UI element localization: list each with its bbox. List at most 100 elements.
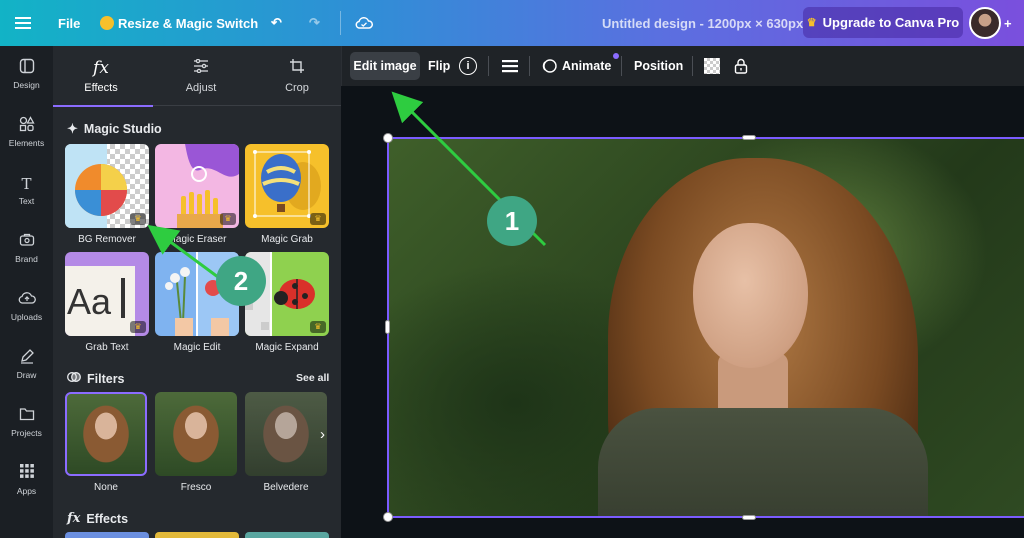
- tab-label: Adjust: [185, 82, 217, 94]
- effect-tile-preview[interactable]: [155, 532, 239, 538]
- magic-eraser-tile[interactable]: ♛: [155, 144, 239, 228]
- left-rail: Design Elements T Text Brand Uploads Dra…: [0, 46, 53, 538]
- tab-label: Crop: [285, 82, 309, 94]
- crown-icon: ♛: [806, 17, 817, 29]
- rail-item-uploads[interactable]: Uploads: [0, 284, 53, 334]
- effects-heading: fx Effects: [67, 511, 128, 526]
- divider: [692, 56, 693, 76]
- resize-handle-left[interactable]: [385, 320, 390, 334]
- tile-label: Magic Grab: [261, 234, 313, 245]
- rail-item-design[interactable]: Design: [0, 52, 53, 102]
- apps-icon: [0, 464, 53, 484]
- resize-handle-bottom-left[interactable]: [383, 512, 393, 522]
- plus-icon[interactable]: +: [1004, 0, 1012, 46]
- svg-text:Aa: Aa: [67, 281, 112, 322]
- projects-icon: [0, 406, 53, 426]
- tile-label: Fresco: [180, 482, 212, 493]
- crown-icon: ♛: [130, 213, 146, 225]
- canvas-area: [341, 86, 1024, 538]
- border-style-icon[interactable]: [502, 52, 518, 80]
- effect-tile-preview[interactable]: [245, 532, 329, 538]
- crown-icon: ♛: [310, 321, 326, 333]
- rail-item-text[interactable]: T Text: [0, 168, 53, 218]
- resize-label: Resize & Magic Switch: [118, 15, 259, 31]
- file-menu[interactable]: File: [58, 0, 80, 46]
- section-title: Filters: [87, 371, 125, 386]
- grab-text-tile[interactable]: Aa ♛: [65, 252, 149, 336]
- top-bar: File Resize & Magic Switch ↶ ↷ Untitled …: [0, 0, 1024, 46]
- menu-icon[interactable]: [12, 0, 34, 46]
- lock-icon[interactable]: [734, 52, 748, 80]
- upgrade-button[interactable]: ♛ Upgrade to Canva Pro: [803, 7, 963, 38]
- brand-icon: [0, 232, 53, 252]
- fx-icon: fx: [67, 511, 81, 526]
- resize-handle-bottom[interactable]: [742, 515, 756, 520]
- redo-icon[interactable]: ↷: [309, 0, 320, 46]
- position-button[interactable]: Position: [634, 52, 683, 80]
- avatar[interactable]: [969, 7, 1001, 39]
- filter-none-tile[interactable]: [65, 392, 147, 476]
- cloud-sync-icon[interactable]: [355, 0, 373, 46]
- rail-item-brand[interactable]: Brand: [0, 226, 53, 276]
- rail-label: Projects: [11, 428, 42, 438]
- animate-label: Animate: [562, 59, 612, 73]
- tab-crop[interactable]: Crop: [249, 46, 345, 106]
- see-all-link[interactable]: See all: [296, 372, 329, 384]
- tile-label: Belvedere: [263, 482, 309, 493]
- chevron-right-icon[interactable]: ›: [320, 426, 325, 443]
- document-title[interactable]: Untitled design - 1200px × 630px: [602, 0, 803, 46]
- annotation-badge-2: 2: [216, 256, 266, 306]
- tile-label: Grab Text: [85, 342, 129, 353]
- section-title: Magic Studio: [83, 122, 162, 136]
- tab-label: Effects: [84, 82, 118, 94]
- magic-grab-tile[interactable]: ♛: [245, 144, 329, 228]
- filters-heading: Filters: [67, 370, 125, 387]
- annotation-badge-1: 1: [487, 196, 537, 246]
- context-toolbar: Edit image Flip i Animate Position: [341, 46, 1024, 86]
- crop-icon: [249, 58, 345, 78]
- tile-label: Magic Eraser: [167, 234, 227, 245]
- crown-icon: [100, 16, 114, 30]
- tile-label: None: [94, 482, 118, 493]
- sparkle-icon: ✦: [67, 121, 78, 136]
- flip-button[interactable]: Flip: [428, 52, 450, 80]
- fx-icon: fx: [93, 58, 109, 78]
- rail-item-elements[interactable]: Elements: [0, 110, 53, 160]
- elements-icon: [0, 116, 53, 136]
- rail-label: Text: [18, 196, 35, 206]
- sliders-icon: [153, 58, 249, 78]
- uploads-icon: [0, 290, 53, 310]
- draw-icon: [0, 348, 53, 368]
- notification-dot: [613, 53, 620, 59]
- design-icon: [0, 58, 53, 78]
- undo-icon[interactable]: ↶: [271, 0, 282, 46]
- animate-button[interactable]: Animate: [541, 52, 620, 80]
- panel-tabs: fx Effects Adjust Crop: [53, 46, 341, 107]
- filter-fresco-tile[interactable]: [155, 392, 237, 476]
- transparency-icon[interactable]: [704, 58, 720, 74]
- tab-effects[interactable]: fx Effects: [53, 46, 153, 107]
- section-title: Effects: [86, 511, 129, 526]
- rail-item-draw[interactable]: Draw: [0, 342, 53, 392]
- divider: [340, 11, 341, 35]
- rail-item-projects[interactable]: Projects: [0, 400, 53, 450]
- edit-image-button[interactable]: Edit image: [350, 52, 420, 80]
- tab-adjust[interactable]: Adjust: [153, 46, 249, 106]
- rail-label: Uploads: [10, 312, 43, 322]
- filter-belvedere-tile[interactable]: [245, 392, 327, 476]
- effect-tile-preview[interactable]: [65, 532, 149, 538]
- filters-icon: [67, 370, 81, 387]
- magic-studio-heading: ✦ Magic Studio: [67, 121, 162, 137]
- resize-handle-top[interactable]: [742, 135, 756, 140]
- rail-label: Apps: [16, 486, 37, 496]
- resize-handle-top-left[interactable]: [383, 133, 393, 143]
- rail-label: Elements: [8, 138, 45, 148]
- tile-label: Magic Edit: [173, 342, 221, 353]
- upgrade-label: Upgrade to Canva Pro: [822, 15, 960, 30]
- animate-icon: [542, 59, 557, 73]
- rail-item-apps[interactable]: Apps: [0, 458, 53, 508]
- resize-magic-switch-button[interactable]: Resize & Magic Switch: [100, 0, 258, 46]
- bg-remover-tile[interactable]: ♛: [65, 144, 149, 228]
- crown-icon: ♛: [220, 213, 236, 225]
- info-icon[interactable]: i: [459, 57, 477, 75]
